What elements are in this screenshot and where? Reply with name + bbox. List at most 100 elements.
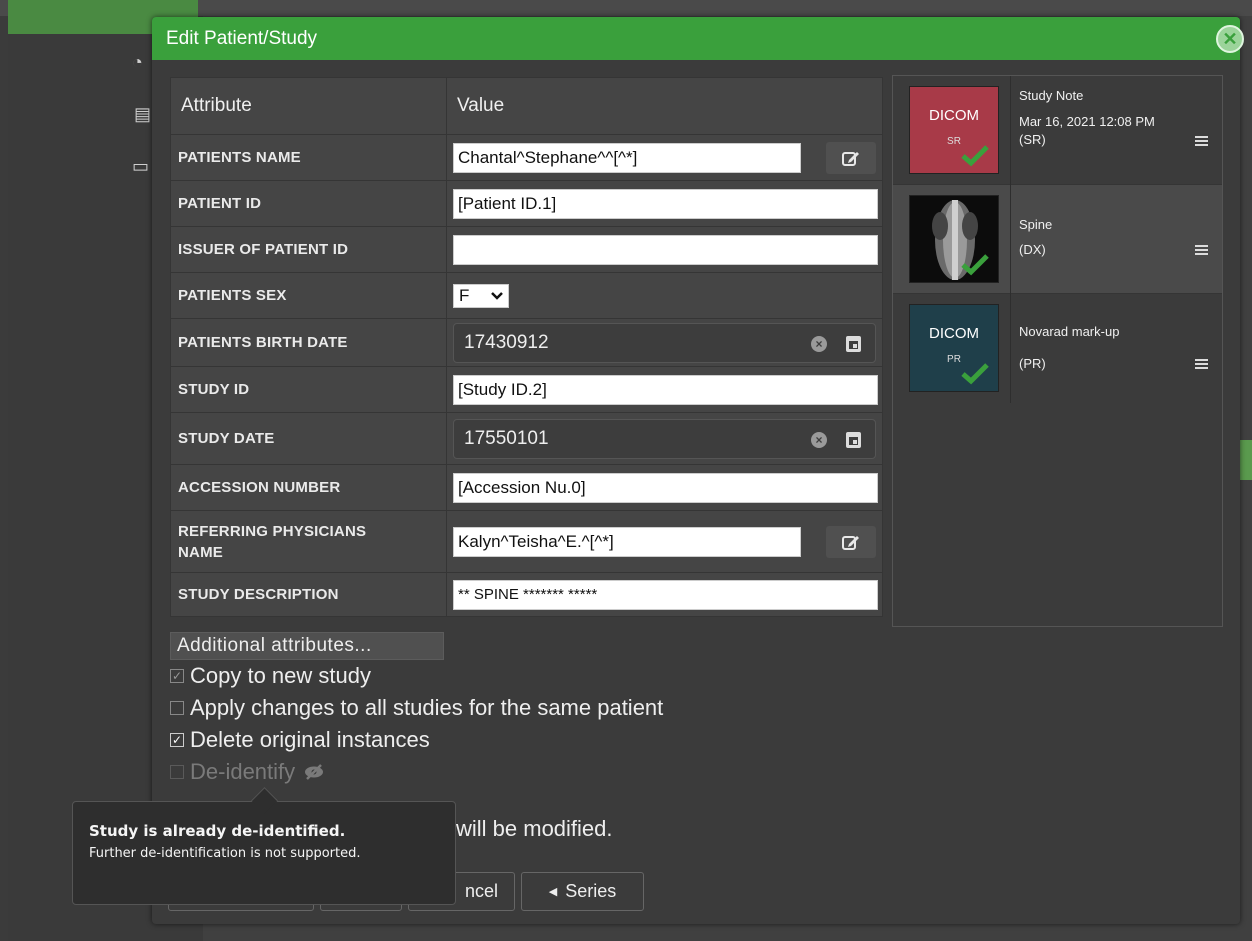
series-modality: (DX) bbox=[1019, 242, 1046, 257]
check-icon bbox=[961, 363, 989, 385]
clock-icon[interactable]: ◔ bbox=[132, 52, 143, 73]
thumbnail-label: DICOM bbox=[929, 107, 979, 124]
study-date-field[interactable]: 17550101 × bbox=[453, 418, 876, 459]
accession-number-input[interactable]: [Accession Nu.0] bbox=[453, 472, 878, 503]
row-label: STUDY DATE bbox=[170, 412, 447, 465]
caret-left-icon: ◀ bbox=[548, 886, 558, 898]
row-label: PATIENT ID bbox=[170, 180, 447, 227]
chevron-down-icon bbox=[491, 291, 503, 300]
edit-icon bbox=[842, 151, 859, 166]
series-thumbnail[interactable]: DICOM PR bbox=[909, 304, 999, 392]
row-study-date: STUDY DATE 17550101 × bbox=[170, 412, 883, 465]
edit-icon bbox=[842, 535, 859, 550]
row-label: PATIENTS BIRTH DATE bbox=[170, 318, 447, 367]
patients-sex-select[interactable]: F bbox=[453, 283, 509, 308]
row-label: ISSUER OF PATIENT ID bbox=[170, 226, 447, 273]
check-icon bbox=[961, 254, 989, 276]
series-name: Study Note bbox=[1019, 88, 1084, 103]
series-list-panel: DICOM SR Study Note Mar 16, 2021 12:08 P… bbox=[892, 75, 1223, 627]
apply-to-all-studies-option[interactable]: Apply changes to all studies for the sam… bbox=[170, 695, 663, 721]
series-thumbnail[interactable] bbox=[909, 195, 999, 283]
series-item-novarad-mark-up[interactable]: DICOM PR Novarad mark-up (PR) bbox=[893, 294, 1222, 403]
de-identify-label: De-identify bbox=[190, 759, 296, 784]
dialog-title: Edit Patient/Study bbox=[166, 27, 318, 49]
series-button-label: Series bbox=[565, 881, 617, 901]
series-item-study-note[interactable]: DICOM SR Study Note Mar 16, 2021 12:08 P… bbox=[893, 76, 1222, 185]
row-accession-number: ACCESSION NUMBER [Accession Nu.0] bbox=[170, 464, 883, 511]
series-name: Spine bbox=[1019, 217, 1053, 232]
series-modality: (SR) bbox=[1019, 132, 1046, 147]
menu-icon[interactable] bbox=[1195, 245, 1208, 255]
series-modality: (PR) bbox=[1019, 356, 1046, 371]
check-icon bbox=[961, 145, 989, 167]
edit-patient-study-dialog: Edit Patient/Study ✕ Attribute Value PAT… bbox=[152, 17, 1244, 924]
divider bbox=[1010, 185, 1011, 294]
series-item-spine[interactable]: Spine (DX) bbox=[893, 185, 1222, 294]
cancel-button-label: ncel bbox=[464, 881, 498, 901]
row-label: REFERRING PHYSICIANS NAME bbox=[170, 510, 447, 573]
folder-icon[interactable]: ▭ bbox=[132, 156, 149, 177]
de-identify-option: De-identify bbox=[170, 759, 325, 785]
additional-attributes-button[interactable]: Additional attributes... bbox=[170, 632, 444, 660]
issuer-of-patient-id-input[interactable] bbox=[453, 234, 878, 265]
row-patient-id: PATIENT ID [Patient ID.1] bbox=[170, 180, 883, 227]
row-issuer-of-patient-id: ISSUER OF PATIENT ID bbox=[170, 226, 883, 273]
divider bbox=[1010, 294, 1011, 403]
edit-referring-physicians-name-button[interactable] bbox=[826, 525, 876, 558]
copy-to-new-study-option[interactable]: ✓ Copy to new study bbox=[170, 663, 371, 689]
birth-date-value: 17430912 bbox=[464, 331, 549, 353]
referring-physicians-name-input[interactable]: Kalyn^Teisha^E.^[^*] bbox=[453, 526, 801, 557]
study-description-input[interactable]: ** SPINE ******* ***** bbox=[453, 579, 878, 610]
tooltip-body: Further de-identification is not support… bbox=[89, 846, 361, 861]
de-identify-tooltip: Study is already de-identified. Further … bbox=[72, 801, 456, 905]
study-id-input[interactable]: [Study ID.2] bbox=[453, 374, 878, 405]
attribute-table: Attribute Value PATIENTS NAME Chantal^St… bbox=[170, 77, 883, 617]
series-name: Novarad mark-up bbox=[1019, 324, 1120, 339]
delete-original-instances-option[interactable]: ✓ Delete original instances bbox=[170, 727, 430, 753]
edit-patients-name-button[interactable] bbox=[826, 141, 876, 174]
row-patients-name: PATIENTS NAME Chantal^Stephane^^[^*] bbox=[170, 134, 883, 181]
eye-slash-icon bbox=[305, 764, 324, 780]
thumbnail-label: DICOM bbox=[929, 325, 979, 342]
patients-sex-value: F bbox=[459, 285, 470, 305]
modified-notice: will be modified. bbox=[456, 816, 613, 841]
row-study-id: STUDY ID [Study ID.2] bbox=[170, 366, 883, 413]
attribute-column-header: Attribute bbox=[170, 77, 447, 135]
row-patients-sex: PATIENTS SEX F bbox=[170, 272, 883, 319]
apply-to-all-studies-checkbox[interactable] bbox=[170, 701, 184, 715]
row-patients-birth-date: PATIENTS BIRTH DATE 17430912 × bbox=[170, 318, 883, 367]
row-label: PATIENTS SEX bbox=[170, 272, 447, 319]
row-label: STUDY ID bbox=[170, 366, 447, 413]
series-date: Mar 16, 2021 12:08 PM bbox=[1019, 114, 1155, 129]
thumbnail-modality: SR bbox=[947, 136, 961, 147]
tooltip-title: Study is already de-identified. bbox=[89, 822, 346, 840]
list-icon[interactable]: ▤ bbox=[134, 104, 151, 125]
patient-id-input[interactable]: [Patient ID.1] bbox=[453, 188, 878, 219]
close-icon[interactable]: ✕ bbox=[1216, 25, 1244, 53]
clear-icon[interactable]: × bbox=[811, 335, 827, 352]
menu-icon[interactable] bbox=[1195, 136, 1208, 146]
value-column-header: Value bbox=[446, 77, 883, 135]
delete-original-instances-checkbox[interactable]: ✓ bbox=[170, 733, 184, 747]
calendar-icon[interactable] bbox=[846, 431, 861, 448]
de-identify-checkbox bbox=[170, 765, 184, 779]
apply-to-all-studies-label: Apply changes to all studies for the sam… bbox=[190, 695, 664, 720]
copy-to-new-study-checkbox[interactable]: ✓ bbox=[170, 669, 184, 683]
thumbnail-modality: PR bbox=[947, 354, 961, 365]
row-label: ACCESSION NUMBER bbox=[170, 464, 447, 511]
row-label: STUDY DESCRIPTION bbox=[170, 572, 447, 617]
series-button[interactable]: ◀ Series bbox=[521, 872, 644, 911]
series-thumbnail[interactable]: DICOM SR bbox=[909, 86, 999, 174]
delete-original-instances-label: Delete original instances bbox=[190, 727, 430, 752]
calendar-icon[interactable] bbox=[846, 335, 861, 352]
study-date-value: 17550101 bbox=[464, 427, 549, 449]
dialog-title-bar: Edit Patient/Study ✕ bbox=[152, 17, 1244, 60]
row-label: PATIENTS NAME bbox=[170, 134, 447, 181]
clear-icon[interactable]: × bbox=[811, 431, 827, 448]
divider bbox=[1010, 76, 1011, 185]
menu-icon[interactable] bbox=[1195, 359, 1208, 369]
copy-to-new-study-label: Copy to new study bbox=[190, 663, 371, 688]
patients-birth-date-field[interactable]: 17430912 × bbox=[453, 322, 876, 363]
row-referring-physicians-name: REFERRING PHYSICIANS NAME Kalyn^Teisha^E… bbox=[170, 510, 883, 573]
patients-name-input[interactable]: Chantal^Stephane^^[^*] bbox=[453, 142, 801, 173]
